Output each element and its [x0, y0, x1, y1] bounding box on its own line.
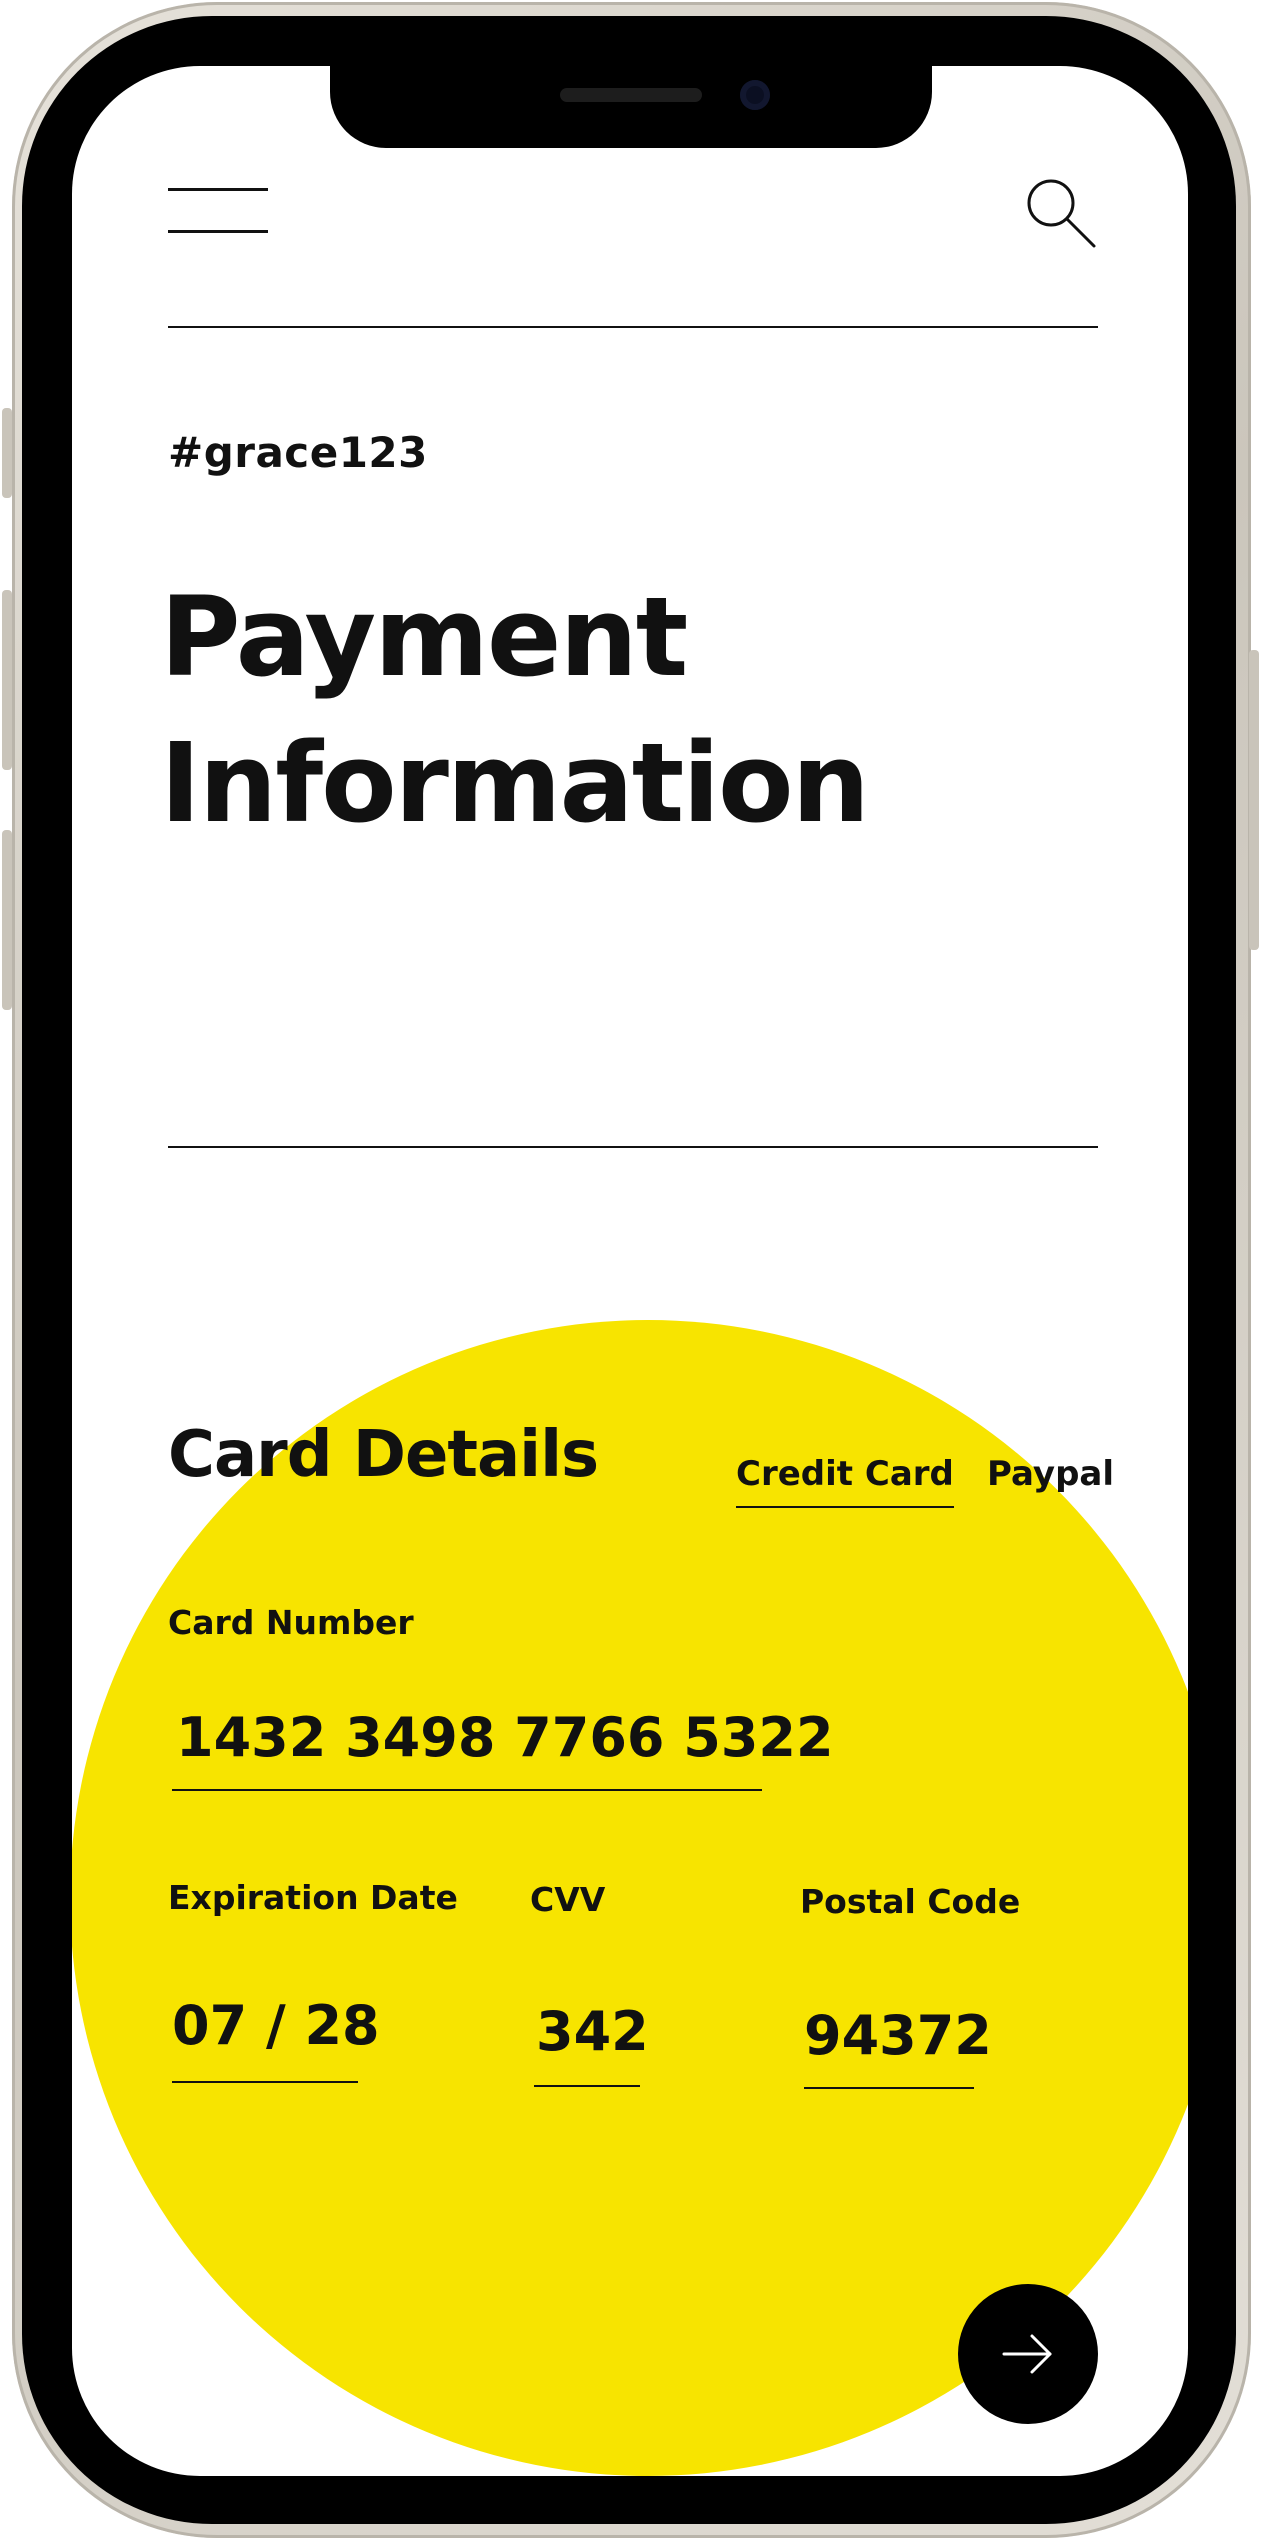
tab-credit-card[interactable]: Credit Card — [736, 1454, 954, 1508]
volume-up-button — [2, 590, 12, 770]
postal-code-label: Postal Code — [800, 1882, 1021, 1921]
cvv-field[interactable]: 342 — [534, 2000, 649, 2087]
section-divider — [168, 1146, 1098, 1148]
earpiece-speaker — [560, 88, 702, 102]
tab-paypal[interactable]: Paypal — [987, 1454, 1114, 1494]
cvv-label: CVV — [530, 1880, 606, 1919]
card-number-label: Card Number — [168, 1603, 414, 1642]
page-title-line-2: Information — [160, 719, 870, 847]
arrow-right-icon — [1002, 2334, 1052, 2374]
hamburger-menu-icon[interactable] — [168, 188, 268, 240]
app-screen: #grace123 Payment Information Card Detai… — [72, 66, 1188, 2476]
volume-down-button — [2, 830, 12, 1010]
header-divider — [168, 326, 1098, 328]
front-camera — [740, 80, 770, 110]
search-icon[interactable] — [1022, 174, 1098, 250]
card-details-title: Card Details — [168, 1418, 599, 1492]
username-handle: #grace123 — [168, 428, 428, 477]
expiration-date-field[interactable]: 07 / 28 — [172, 1994, 380, 2083]
next-button[interactable] — [958, 2284, 1098, 2424]
power-button — [1249, 650, 1259, 950]
page-title-line-1: Payment — [160, 573, 688, 701]
page-title: Payment Information — [160, 564, 870, 856]
notch — [330, 66, 932, 148]
mute-switch — [2, 408, 12, 498]
card-number-field[interactable]: 1432 3498 7766 5322 — [172, 1706, 834, 1791]
expiration-date-label: Expiration Date — [168, 1878, 458, 1917]
postal-code-field[interactable]: 94372 — [804, 2004, 992, 2089]
